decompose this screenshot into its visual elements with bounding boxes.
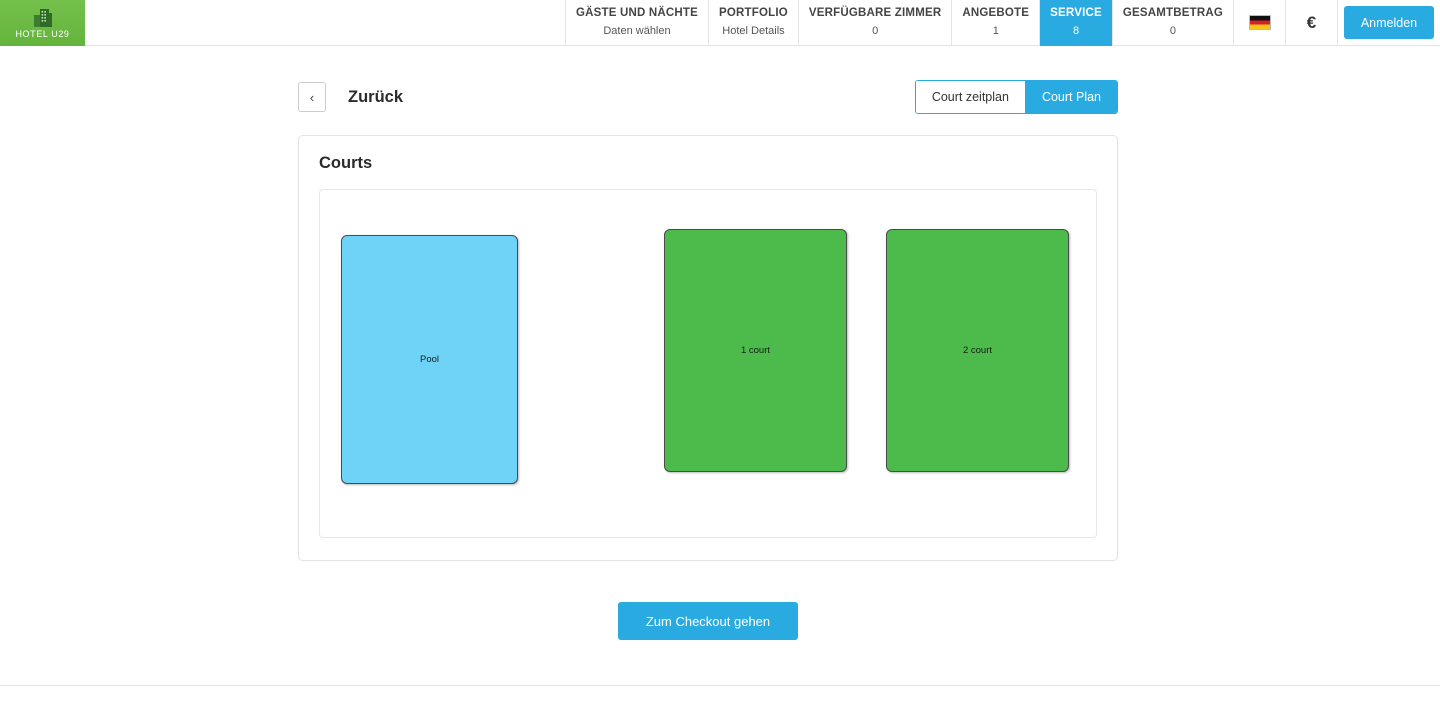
court-label: 1 court [740,345,771,356]
nav-step-sub: 0 [872,25,879,38]
page-body: ‹ Zurück Court zeitplan Court Plan Court… [0,46,1440,686]
login-cell: Anmelden [1337,0,1440,45]
building-icon [33,8,52,27]
nav-step-gesamtbetrag[interactable]: GESAMTBETRAG 0 [1111,0,1233,46]
court-box-1-court[interactable]: 1 court [664,229,847,472]
currency-selector[interactable]: € [1285,0,1337,45]
view-toggle-group: Court zeitplan Court Plan [914,80,1118,114]
go-to-checkout-button[interactable]: Zum Checkout gehen [618,602,798,640]
nav-step-sub: 0 [1169,25,1176,38]
court-box-2-court[interactable]: 2 court [886,229,1069,472]
nav-step-title: PORTFOLIO [719,6,788,19]
court-label: 2 court [962,345,993,356]
nav-step-title: SERVICE [1050,6,1102,19]
page-toolbar: ‹ Zurück Court zeitplan Court Plan [298,79,1118,115]
nav-step-title: VERFÜGBARE ZIMMER [808,6,942,19]
footer-divider [0,685,1440,686]
language-selector[interactable] [1233,0,1285,45]
checkout-row: Zum Checkout gehen [298,602,1118,640]
nav-step-portfolio[interactable]: PORTFOLIO Hotel Details [708,0,798,46]
nav-step-service[interactable]: SERVICE 8 [1039,0,1112,46]
courts-heading: Courts [319,154,373,172]
back-button[interactable]: ‹ [298,82,326,112]
nav-step-sub: 8 [1072,25,1080,38]
nav-step-gaeste-und-naechte[interactable]: GÄSTE UND NÄCHTE Daten wählen [564,0,708,46]
nav-step-title: ANGEBOTE [962,6,1030,19]
nav-step-verfuegbare-zimmer[interactable]: VERFÜGBARE ZIMMER 0 [797,0,951,46]
tab-court-zeitplan[interactable]: Court zeitplan [915,81,1025,113]
page-title: Zurück [348,87,404,106]
nav-step-title: GÄSTE UND NÄCHTE [575,6,699,19]
court-label: Pool [419,354,439,365]
logo-text: HOTEL U29 [15,28,70,39]
nav-step-sub: Daten wählen [603,25,671,38]
court-box-pool[interactable]: Pool [341,235,518,484]
courts-card: Courts Pool 1 court 2 court [298,135,1118,561]
hotel-logo[interactable]: HOTEL U29 [0,0,85,46]
nav-step-angebote[interactable]: ANGEBOTE 1 [951,0,1039,46]
tab-court-plan[interactable]: Court Plan [1024,81,1117,113]
nav-step-sub: Hotel Details [722,25,785,38]
chevron-left-icon: ‹ [309,89,315,105]
nav-step-title: GESAMTBETRAG [1122,6,1223,19]
content-container: ‹ Zurück Court zeitplan Court Plan Court… [298,79,1118,640]
login-button[interactable]: Anmelden [1344,6,1434,39]
top-navigation-bar: HOTEL U29 GÄSTE UND NÄCHTE Daten wählen … [0,0,1440,46]
nav-step-sub: 1 [992,25,999,38]
german-flag-icon [1248,15,1271,30]
euro-icon: € [1306,12,1317,32]
court-plan-panel: Pool 1 court 2 court [319,189,1097,538]
booking-steps: GÄSTE UND NÄCHTE Daten wählen PORTFOLIO … [564,0,1233,46]
